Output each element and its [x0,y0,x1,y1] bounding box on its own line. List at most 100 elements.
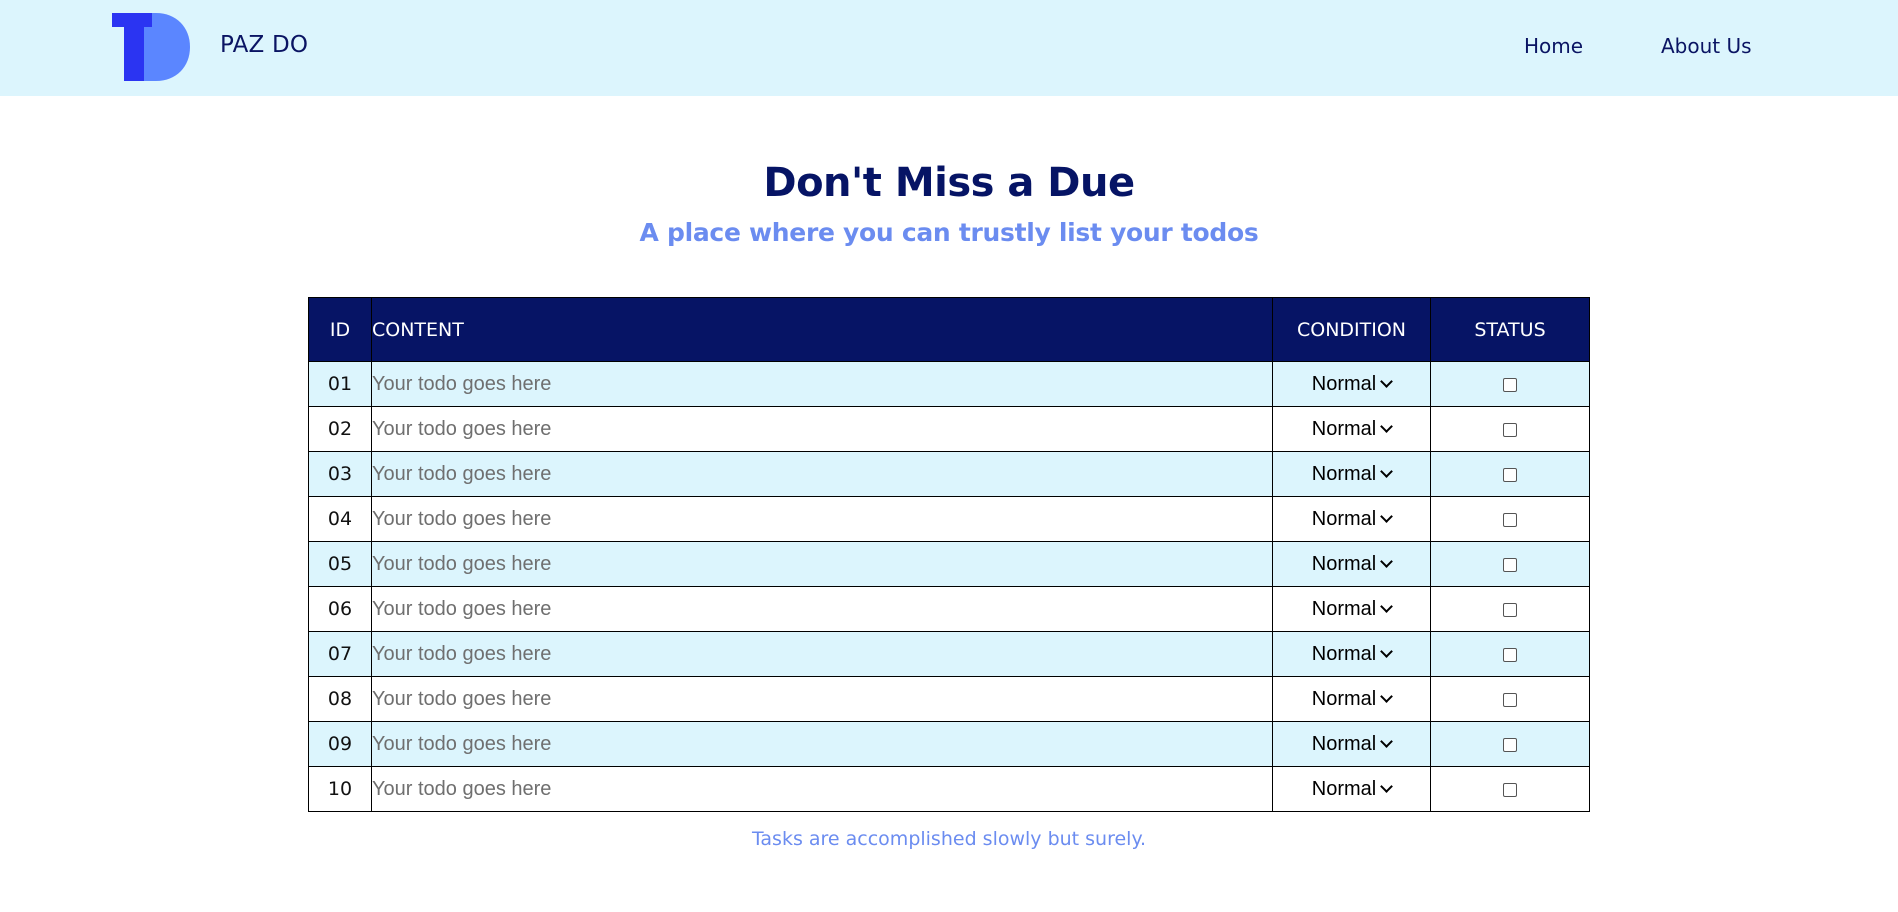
todo-content-cell [371,541,1273,587]
status-cell [1430,361,1590,407]
status-checkbox[interactable] [1503,738,1517,752]
todo-content-cell [371,586,1273,632]
condition-select[interactable]: Normal [1311,642,1394,666]
todo-input[interactable] [372,732,1232,756]
row-id: 10 [308,766,372,812]
chevron-down-icon [1380,780,1394,793]
condition-select[interactable]: Normal [1311,732,1394,756]
todo-content-cell [371,496,1273,542]
status-checkbox[interactable] [1503,648,1517,662]
todo-content-cell [371,721,1273,767]
status-cell [1430,496,1590,542]
condition-value: Normal [1311,417,1377,440]
todo-input[interactable] [372,597,1232,621]
todo-input[interactable] [372,417,1232,441]
row-id: 05 [308,541,372,587]
todo-input[interactable] [372,552,1232,576]
todo-content-cell [371,631,1273,677]
table-row: 04 Normal [308,496,1590,542]
status-checkbox[interactable] [1503,558,1517,572]
nav-home-link[interactable]: Home [1524,34,1583,58]
page-title: Don't Miss a Due [763,160,1135,206]
chevron-down-icon [1380,465,1394,478]
condition-select[interactable]: Normal [1311,687,1394,711]
todo-content-cell [371,361,1273,407]
condition-value: Normal [1311,552,1377,575]
condition-cell: Normal [1272,361,1431,407]
footer-tagline: Tasks are accomplished slowly but surely… [751,828,1147,850]
todo-input[interactable] [372,372,1232,396]
row-id: 09 [308,721,372,767]
table-row: 08 Normal [308,676,1590,722]
chevron-down-icon [1380,645,1394,658]
table-row: 02 Normal [308,406,1590,452]
todo-input[interactable] [372,687,1232,711]
row-id: 03 [308,451,372,497]
todo-input[interactable] [372,777,1232,801]
todo-input[interactable] [372,462,1232,486]
nav-about-us-link[interactable]: About Us [1661,34,1752,58]
todo-content-cell [371,766,1273,812]
status-cell [1430,451,1590,497]
header-content: CONTENT [371,297,1273,362]
chevron-down-icon [1380,600,1394,613]
navbar: PAZ DO Home About Us [0,0,1898,96]
chevron-down-icon [1380,375,1394,388]
status-cell [1430,541,1590,587]
condition-cell: Normal [1272,496,1431,542]
header-id: ID [308,297,372,362]
status-cell [1430,766,1590,812]
todo-table: ID CONTENT CONDITION STATUS 01 Normal 02 No… [308,297,1590,812]
status-checkbox[interactable] [1503,783,1517,797]
table-header-row: ID CONTENT CONDITION STATUS [308,297,1590,362]
todo-content-cell [371,451,1273,497]
status-checkbox[interactable] [1503,603,1517,617]
condition-value: Normal [1311,597,1377,620]
chevron-down-icon [1380,690,1394,703]
status-checkbox[interactable] [1503,513,1517,527]
condition-value: Normal [1311,732,1377,755]
condition-value: Normal [1311,372,1377,395]
table-row: 06 Normal [308,586,1590,632]
status-checkbox[interactable] [1503,468,1517,482]
todo-table-body: 01 Normal 02 Normal 03 Normal 04 Normal 05 Normal… [308,361,1590,812]
row-id: 01 [308,361,372,407]
condition-value: Normal [1311,462,1377,485]
condition-select[interactable]: Normal [1311,462,1394,486]
condition-select[interactable]: Normal [1311,552,1394,576]
condition-select[interactable]: Normal [1311,417,1394,441]
table-row: 05 Normal [308,541,1590,587]
condition-select[interactable]: Normal [1311,507,1394,531]
condition-cell: Normal [1272,451,1431,497]
logo-icon[interactable] [112,13,190,81]
status-checkbox[interactable] [1503,423,1517,437]
todo-input[interactable] [372,642,1232,666]
condition-value: Normal [1311,642,1377,665]
chevron-down-icon [1380,510,1394,523]
todo-input[interactable] [372,507,1232,531]
row-id: 08 [308,676,372,722]
condition-value: Normal [1311,687,1377,710]
condition-cell: Normal [1272,766,1431,812]
condition-select[interactable]: Normal [1311,597,1394,621]
brand-name[interactable]: PAZ DO [220,32,308,58]
condition-select[interactable]: Normal [1312,778,1394,801]
condition-cell: Normal [1272,721,1431,767]
condition-value: Normal [1311,507,1377,530]
status-cell [1430,631,1590,677]
chevron-down-icon [1380,555,1394,568]
status-checkbox[interactable] [1503,693,1517,707]
status-cell [1430,721,1590,767]
table-row: 03 Normal [308,451,1590,497]
row-id: 02 [308,406,372,452]
page-subtitle: A place where you can trustly list your … [639,218,1259,247]
todo-content-cell [371,676,1273,722]
todo-content-cell [371,406,1273,452]
header-status: STATUS [1430,297,1590,362]
table-row: 10 Normal [308,766,1590,812]
status-checkbox[interactable] [1503,378,1517,392]
condition-select[interactable]: Normal [1311,372,1394,396]
row-id: 06 [308,586,372,632]
condition-cell: Normal [1272,406,1431,452]
status-cell [1430,676,1590,722]
